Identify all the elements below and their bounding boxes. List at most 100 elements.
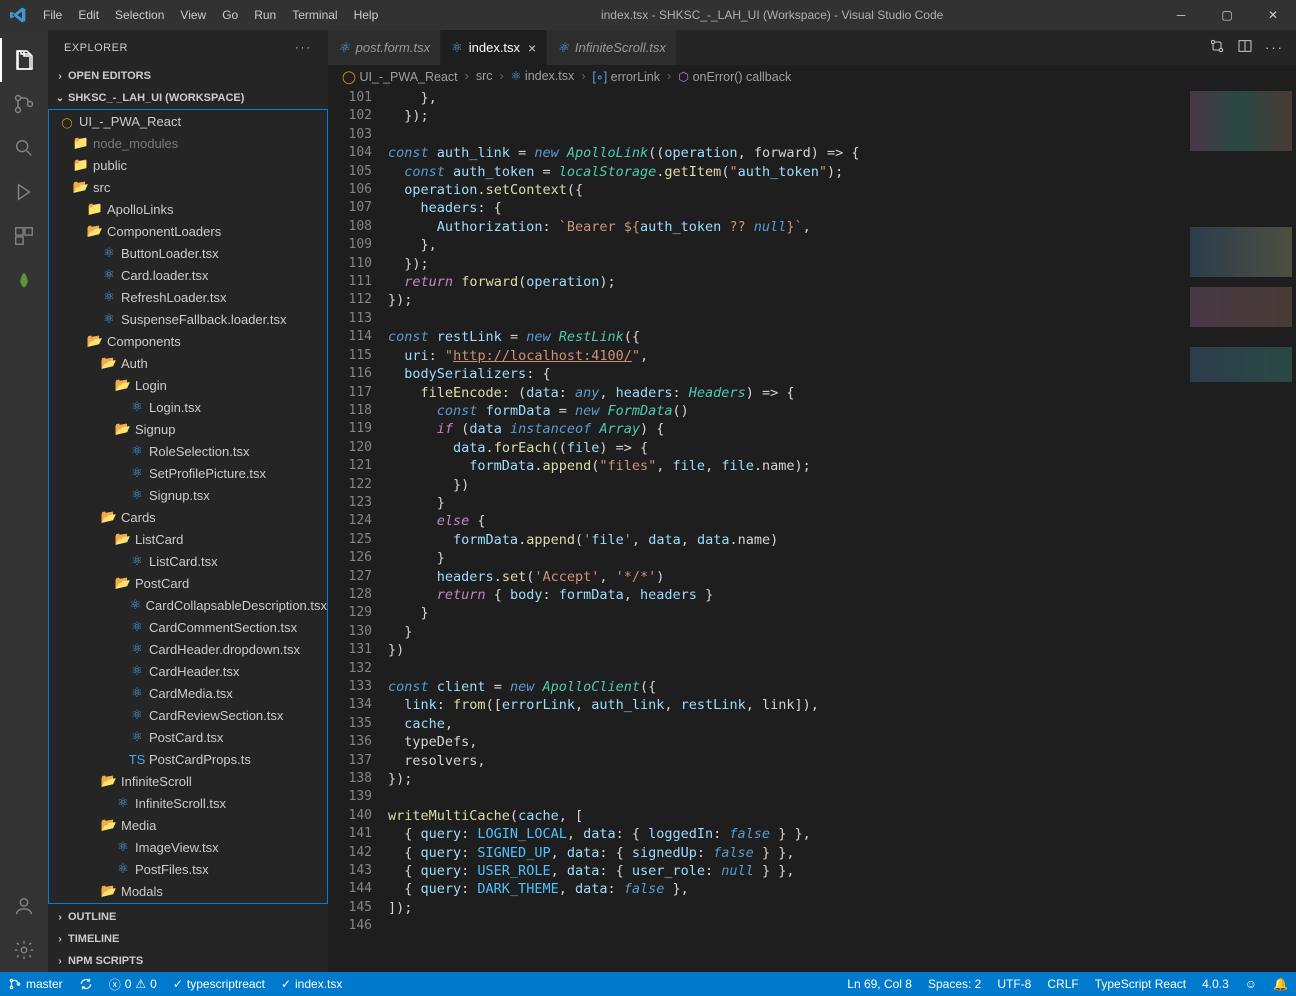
split-editor-icon[interactable] [1237, 38, 1253, 57]
menu-selection[interactable]: Selection [107, 8, 172, 22]
menu-run[interactable]: Run [246, 8, 284, 22]
file-icon: ⚛ [127, 465, 147, 481]
tree-item[interactable]: 📂ListCard [49, 528, 327, 550]
tree-item[interactable]: ⚛PostCard.tsx [49, 726, 327, 748]
problems-status[interactable]: ⓧ 0 ⚠ 0 [101, 976, 165, 993]
mongodb-icon[interactable] [0, 258, 48, 302]
menu-file[interactable]: File [35, 8, 70, 22]
npm-scripts-section[interactable]: › NPM SCRIPTS [48, 950, 328, 972]
tree-item[interactable]: 📁ApolloLinks [49, 198, 327, 220]
tree-item[interactable]: ⚛SuspenseFallback.loader.tsx [49, 308, 327, 330]
tree-item[interactable]: ⚛PostFiles.tsx [49, 858, 327, 880]
tree-item[interactable]: 📂InfiniteScroll [49, 770, 327, 792]
file-icon: ⚛ [127, 641, 147, 657]
breadcrumb-item[interactable]: [∘] errorLink [592, 69, 660, 84]
tree-item[interactable]: 📁node_modules [49, 132, 327, 154]
more-actions-icon[interactable]: ··· [1265, 40, 1284, 55]
explorer-icon[interactable] [0, 38, 48, 82]
menu-go[interactable]: Go [214, 8, 246, 22]
tree-item[interactable]: ⚛SetProfilePicture.tsx [49, 462, 327, 484]
account-icon[interactable] [0, 884, 48, 928]
tree-item[interactable]: TSPostCardProps.ts [49, 748, 327, 770]
tree-item[interactable]: ⚛Card.loader.tsx [49, 264, 327, 286]
file-icon: ⚛ [127, 663, 147, 679]
tree-item[interactable]: 📂Auth [49, 352, 327, 374]
minimize-icon[interactable]: ─ [1158, 0, 1204, 30]
sidebar-title: EXPLORER [64, 42, 128, 54]
tree-item[interactable]: ⚛CardMedia.tsx [49, 682, 327, 704]
timeline-section[interactable]: › TIMELINE [48, 928, 328, 950]
sidebar: EXPLORER ··· › OPEN EDITORS ⌄ SHKSC_-_LA… [48, 30, 328, 972]
workspace-section[interactable]: ⌄ SHKSC_-_LAH_UI (WORKSPACE) [48, 87, 328, 109]
encoding-status[interactable]: UTF-8 [989, 977, 1039, 991]
language-mode[interactable]: TypeScript React [1087, 977, 1194, 991]
tree-item[interactable]: ⚛CardReviewSection.tsx [49, 704, 327, 726]
tree-item[interactable]: 📂Login [49, 374, 327, 396]
menu-edit[interactable]: Edit [70, 8, 107, 22]
tree-item[interactable]: 📂Components [49, 330, 327, 352]
search-icon[interactable] [0, 126, 48, 170]
compare-changes-icon[interactable] [1209, 38, 1225, 57]
file-icon: 📁 [85, 201, 105, 217]
extensions-icon[interactable] [0, 214, 48, 258]
file-tree[interactable]: ◯UI_-_PWA_React📁node_modules📁public📂src📁… [48, 109, 328, 904]
outline-section[interactable]: › OUTLINE [48, 906, 328, 928]
breadcrumb-item[interactable]: ⚛ index.tsx [511, 69, 575, 83]
breadcrumb-item[interactable]: src [476, 69, 493, 83]
tree-item[interactable]: ⚛CardCollapsableDescription.tsx [49, 594, 327, 616]
tree-item[interactable]: ⚛ButtonLoader.tsx [49, 242, 327, 264]
breadcrumb-item[interactable]: ⬡ onError() callback [678, 69, 791, 84]
tree-item[interactable]: 📂ComponentLoaders [49, 220, 327, 242]
tree-item[interactable]: 📂PostCard [49, 572, 327, 594]
source-control-icon[interactable] [0, 82, 48, 126]
tree-item[interactable]: ⚛CardHeader.tsx [49, 660, 327, 682]
breadcrumb-item[interactable]: ◯ UI_-_PWA_React [342, 69, 458, 84]
tree-item[interactable]: ⚛InfiniteScroll.tsx [49, 792, 327, 814]
language-status-left[interactable]: ✓ typescriptreact [165, 977, 273, 991]
cursor-position[interactable]: Ln 69, Col 8 [839, 977, 920, 991]
tab-post-form-tsx[interactable]: ⚛post.form.tsx [328, 30, 441, 65]
file-icon: 📂 [113, 531, 133, 547]
open-editors-section[interactable]: › OPEN EDITORS [48, 65, 328, 87]
run-debug-icon[interactable] [0, 170, 48, 214]
feedback-icon[interactable]: ☺ [1237, 977, 1265, 991]
eol-status[interactable]: CRLF [1039, 977, 1086, 991]
file-icon: ⚛ [127, 729, 147, 745]
menu-terminal[interactable]: Terminal [284, 8, 345, 22]
tree-item[interactable]: 📂Cards [49, 506, 327, 528]
sidebar-header: EXPLORER ··· [48, 30, 328, 65]
tree-item[interactable]: ◯UI_-_PWA_React [49, 110, 327, 132]
minimap[interactable] [1186, 87, 1296, 972]
tree-item[interactable]: ⚛CardCommentSection.tsx [49, 616, 327, 638]
tree-item[interactable]: 📁public [49, 154, 327, 176]
tree-item[interactable]: 📂src [49, 176, 327, 198]
code-content[interactable]: }, }); const auth_link = new ApolloLink(… [388, 87, 1186, 972]
tab-close-icon[interactable]: × [528, 40, 536, 56]
sidebar-more-icon[interactable]: ··· [295, 42, 312, 54]
tree-item[interactable]: ⚛Signup.tsx [49, 484, 327, 506]
tree-item[interactable]: 📂Media [49, 814, 327, 836]
file-status[interactable]: ✓ index.tsx [273, 977, 350, 991]
tab-index-tsx[interactable]: ⚛index.tsx× [441, 30, 547, 65]
tree-item[interactable]: ⚛Login.tsx [49, 396, 327, 418]
menu-help[interactable]: Help [346, 8, 387, 22]
tree-item[interactable]: ⚛ImageView.tsx [49, 836, 327, 858]
tree-item[interactable]: ⚛RoleSelection.tsx [49, 440, 327, 462]
tree-item[interactable]: ⚛ListCard.tsx [49, 550, 327, 572]
file-icon: ◯ [57, 114, 77, 129]
tree-item[interactable]: ⚛RefreshLoader.tsx [49, 286, 327, 308]
tree-item[interactable]: 📂Modals [49, 880, 327, 902]
tree-item[interactable]: 📂Signup [49, 418, 327, 440]
breadcrumb[interactable]: ◯ UI_-_PWA_React›src›⚛ index.tsx›[∘] err… [328, 65, 1296, 87]
menu-view[interactable]: View [172, 8, 214, 22]
tab-InfiniteScroll-tsx[interactable]: ⚛InfiniteScroll.tsx [547, 30, 677, 65]
maximize-icon[interactable]: ▢ [1204, 0, 1250, 30]
notifications-icon[interactable]: 🔔 [1265, 977, 1296, 991]
close-icon[interactable]: ✕ [1250, 0, 1296, 30]
ts-version[interactable]: 4.0.3 [1194, 977, 1237, 991]
git-branch[interactable]: master [0, 977, 71, 991]
indent-status[interactable]: Spaces: 2 [920, 977, 989, 991]
settings-icon[interactable] [0, 928, 48, 972]
sync-icon[interactable] [71, 977, 101, 991]
tree-item[interactable]: ⚛CardHeader.dropdown.tsx [49, 638, 327, 660]
